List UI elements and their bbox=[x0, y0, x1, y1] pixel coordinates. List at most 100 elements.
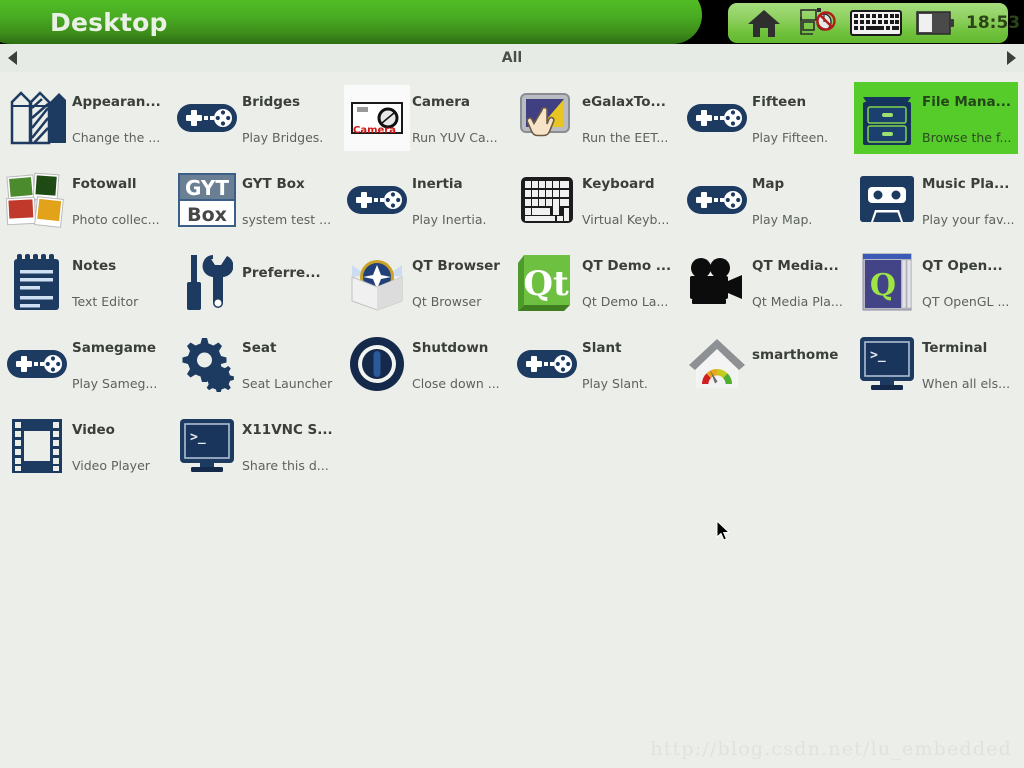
app-item[interactable]: eGalaxTo... Run the EET... bbox=[514, 82, 678, 154]
gamepad-icon bbox=[344, 167, 410, 233]
home-icon[interactable] bbox=[746, 7, 782, 39]
title-bar: Desktop 18:53 bbox=[0, 0, 1024, 44]
app-item-description: Play Sameg... bbox=[72, 375, 158, 391]
next-page-arrow[interactable] bbox=[1007, 51, 1016, 65]
prev-page-arrow[interactable] bbox=[8, 51, 17, 65]
app-item[interactable]: Music Pla... Play your fav... bbox=[854, 164, 1018, 236]
gamepad-icon bbox=[4, 331, 70, 397]
app-item-title: Fifteen bbox=[752, 93, 807, 110]
app-item-title: Terminal bbox=[922, 339, 988, 356]
app-item-description: Play Bridges. bbox=[242, 129, 324, 145]
app-item-title: QT Demo ... bbox=[582, 257, 672, 274]
app-item-title: smarthome bbox=[752, 347, 839, 363]
app-item-text: Seat Seat Launcher bbox=[240, 333, 338, 395]
app-item[interactable]: Bridges Play Bridges. bbox=[174, 82, 338, 154]
app-item-description: Play Inertia. bbox=[412, 211, 487, 227]
app-item[interactable]: Shutdown Close down ... bbox=[344, 328, 508, 400]
app-item-title: Bridges bbox=[242, 93, 301, 110]
svg-text:>_: >_ bbox=[870, 348, 886, 363]
app-item[interactable]: Samegame Play Sameg... bbox=[4, 328, 168, 400]
app-item[interactable]: Appearan... Change the ... bbox=[4, 82, 168, 154]
app-item-description: Run the EET... bbox=[582, 129, 669, 145]
app-item-text: Camera Run YUV Ca... bbox=[410, 87, 508, 149]
app-item-text: smarthome bbox=[750, 333, 848, 395]
app-item-description: Photo collec... bbox=[72, 211, 160, 227]
app-item-description: When all els... bbox=[922, 375, 1011, 391]
smarthome-icon bbox=[684, 331, 750, 397]
app-item-description: Video Player bbox=[72, 457, 150, 473]
app-item-title: X11VNC S... bbox=[242, 421, 333, 438]
app-item[interactable]: Camera Camera Run YUV Ca... bbox=[344, 82, 508, 154]
app-item-text: Samegame Play Sameg... bbox=[70, 333, 168, 395]
page-title: Desktop bbox=[50, 8, 168, 37]
app-item-title: Shutdown bbox=[412, 339, 489, 356]
app-item-text: GYT Box system test ... bbox=[240, 169, 338, 231]
app-item-text: QT Browser Qt Browser bbox=[410, 251, 508, 313]
app-item[interactable]: smarthome bbox=[684, 328, 848, 400]
app-item-text: Bridges Play Bridges. bbox=[240, 87, 338, 149]
app-item-text: QT Demo ... Qt Demo La... bbox=[580, 251, 678, 313]
app-item-description: Play Fifteen. bbox=[752, 129, 829, 145]
category-nav-bar: All bbox=[0, 44, 1024, 72]
app-item[interactable]: Keyboard Virtual Keyb... bbox=[514, 164, 678, 236]
app-item-title: Inertia bbox=[412, 175, 463, 192]
app-item-text: Shutdown Close down ... bbox=[410, 333, 508, 395]
app-item[interactable]: Seat Seat Launcher bbox=[174, 328, 338, 400]
app-item[interactable]: >_ Terminal When all els... bbox=[854, 328, 1018, 400]
app-item-description: Change the ... bbox=[72, 129, 161, 145]
app-item-title: Appearan... bbox=[72, 93, 161, 110]
app-item[interactable]: >_ X11VNC S... Share this d... bbox=[174, 410, 338, 482]
app-item[interactable]: Fotowall Photo collec... bbox=[4, 164, 168, 236]
app-item-text: X11VNC S... Share this d... bbox=[240, 415, 338, 477]
svg-text:Qt: Qt bbox=[523, 264, 569, 304]
gamepad-icon bbox=[684, 167, 750, 233]
app-item-description: Qt Media Pla... bbox=[752, 293, 843, 309]
app-item-description: QT OpenGL ... bbox=[922, 293, 1010, 309]
app-item-description: Qt Browser bbox=[412, 293, 482, 309]
app-item-text: Inertia Play Inertia. bbox=[410, 169, 508, 231]
app-item-description: Run YUV Ca... bbox=[412, 129, 498, 145]
app-item-description: Play Slant. bbox=[582, 375, 648, 391]
app-item[interactable]: Map Play Map. bbox=[684, 164, 848, 236]
app-item[interactable]: Preferre... bbox=[174, 246, 338, 318]
system-tray: 18:53 bbox=[728, 3, 1020, 43]
app-item-text: Slant Play Slant. bbox=[580, 333, 678, 395]
app-item[interactable]: QT Browser Qt Browser bbox=[344, 246, 508, 318]
gamepad-icon bbox=[514, 331, 580, 397]
qt-logo-icon: Qt bbox=[514, 249, 580, 315]
terminal-icon: >_ bbox=[854, 331, 920, 397]
app-item[interactable]: Inertia Play Inertia. bbox=[344, 164, 508, 236]
app-item-text: Fotowall Photo collec... bbox=[70, 169, 168, 231]
app-item[interactable]: Fifteen Play Fifteen. bbox=[684, 82, 848, 154]
app-item-text: Appearan... Change the ... bbox=[70, 87, 168, 149]
power-icon bbox=[344, 331, 410, 397]
movie-camera-icon bbox=[684, 249, 750, 315]
network-disabled-icon[interactable] bbox=[798, 7, 838, 39]
app-item[interactable]: QT Media... Qt Media Pla... bbox=[684, 246, 848, 318]
app-item-title: Seat bbox=[242, 339, 277, 356]
app-item[interactable]: GYT Box GYT Box system test ... bbox=[174, 164, 338, 236]
app-item-description: Seat Launcher bbox=[242, 375, 333, 391]
app-item[interactable]: Notes Text Editor bbox=[4, 246, 168, 318]
app-item-title: File Mana... bbox=[922, 93, 1011, 110]
app-item-text: File Mana... Browse the f... bbox=[920, 87, 1018, 149]
app-item-title: Samegame bbox=[72, 339, 157, 356]
app-item-title: eGalaxTo... bbox=[582, 93, 666, 110]
app-item-description: Share this d... bbox=[242, 457, 329, 473]
app-item[interactable]: Qt QT Demo ... Qt Demo La... bbox=[514, 246, 678, 318]
app-item-description: Browse the f... bbox=[922, 129, 1012, 145]
app-item-description: Virtual Keyb... bbox=[582, 211, 670, 227]
battery-icon[interactable] bbox=[916, 7, 956, 39]
app-item-text: eGalaxTo... Run the EET... bbox=[580, 87, 678, 149]
app-item[interactable]: Slant Play Slant. bbox=[514, 328, 678, 400]
app-item[interactable]: Q QT Open... QT OpenGL ... bbox=[854, 246, 1018, 318]
app-item-text: Keyboard Virtual Keyb... bbox=[580, 169, 678, 231]
app-item-description: Close down ... bbox=[412, 375, 500, 391]
keyboard-icon[interactable] bbox=[850, 7, 902, 39]
app-item[interactable]: Video Video Player bbox=[4, 410, 168, 482]
app-item-text: QT Media... Qt Media Pla... bbox=[750, 251, 848, 313]
gears-icon bbox=[174, 331, 240, 397]
app-item[interactable]: File Mana... Browse the f... bbox=[854, 82, 1018, 154]
touch-hand-icon bbox=[514, 85, 580, 151]
category-label: All bbox=[501, 50, 523, 66]
